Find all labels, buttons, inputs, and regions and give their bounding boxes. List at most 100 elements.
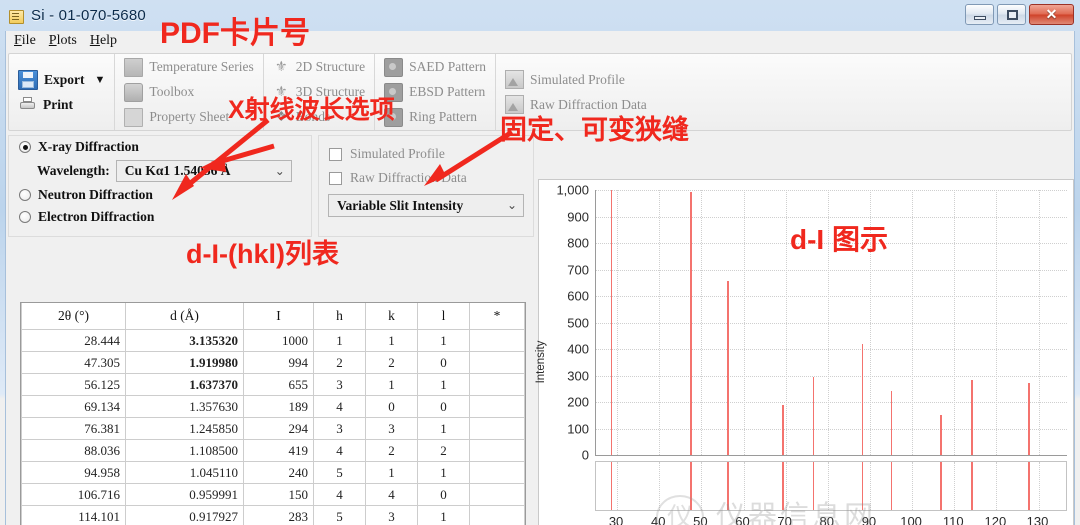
minimize-icon [974, 16, 986, 20]
ring-pattern-button[interactable]: Ring Pattern [384, 107, 486, 127]
table-row[interactable]: 114.101 0.917927 283 5 3 1 [21, 505, 525, 525]
column-header-two-theta[interactable]: 2θ (°) [21, 303, 126, 330]
table-row[interactable]: 88.036 1.108500 419 4 2 2 [21, 439, 525, 462]
property-sheet-button[interactable]: Property Sheet [124, 107, 253, 127]
temperature-series-button[interactable]: Temperature Series [124, 57, 254, 77]
2d-structure-button[interactable]: ⚜ 2D Structure [273, 57, 365, 77]
table-row[interactable]: 56.125 1.637370 655 3 1 1 [21, 373, 525, 396]
raw-diffraction-data-button[interactable]: Raw Diffraction Data [505, 95, 647, 115]
column-header-l[interactable]: l [417, 303, 470, 330]
saed-pattern-icon [384, 57, 404, 77]
cell-k: 4 [365, 483, 418, 506]
cell-star [469, 439, 525, 462]
chart-gridline-v [785, 190, 788, 455]
chart-x-tick-label: 130 [1026, 514, 1049, 525]
table-scrollbar[interactable]: ∧ ∨ [525, 303, 526, 525]
chart-peak-marker [940, 462, 942, 510]
cell-d: 1.045110 [125, 461, 244, 484]
table-row[interactable]: 47.305 1.919980 994 2 2 0 [21, 351, 525, 374]
menu-item-plots[interactable]: Plots [49, 33, 77, 49]
cell-i: 994 [243, 351, 314, 374]
column-header-k[interactable]: k [365, 303, 418, 330]
ebsd-pattern-button[interactable]: EBSD Pattern [384, 82, 486, 102]
table-row[interactable]: 106.716 0.959991 150 4 4 0 [21, 483, 525, 506]
cell-two-theta: 69.134 [21, 395, 126, 418]
ebsd-pattern-icon [384, 82, 404, 102]
scroll-up-icon[interactable]: ∧ [526, 303, 527, 320]
menu-item-help[interactable]: Help [90, 33, 117, 49]
cell-l: 2 [417, 439, 470, 462]
cell-l: 0 [417, 351, 470, 374]
radio-xray-diffraction[interactable]: X-ray Diffraction [9, 136, 311, 158]
cell-l: 1 [417, 505, 470, 525]
cell-two-theta: 76.381 [21, 417, 126, 440]
print-button[interactable]: Print [18, 95, 105, 115]
chart-gridline-v [827, 462, 830, 510]
table-row[interactable]: 94.958 1.045110 240 5 1 1 [21, 461, 525, 484]
ring-pattern-icon [384, 107, 404, 127]
column-header-star[interactable]: * [469, 303, 525, 330]
chart-x-tick-label: 60 [735, 514, 750, 525]
close-button[interactable]: ✕ [1029, 4, 1074, 25]
window-title: Si - 01-070-5680 [31, 7, 146, 24]
chart-y-tick-label: 800 [567, 235, 589, 251]
table-row[interactable]: 28.444 3.135320 1000 1 1 1 [21, 329, 525, 352]
3d-structure-label: 3D Structure [295, 84, 366, 99]
cell-star [469, 351, 525, 374]
cell-d: 1.245850 [125, 417, 244, 440]
chart-gridline-v [912, 462, 914, 510]
chart-peak-marker [890, 462, 893, 510]
export-button[interactable]: Export ▼ [18, 69, 106, 90]
chart-gridline-v [996, 462, 998, 510]
table-row[interactable]: 76.381 1.245850 294 3 3 1 [21, 417, 525, 440]
column-header-d[interactable]: d (Å) [125, 303, 244, 330]
chevron-down-icon[interactable]: ▼ [95, 74, 106, 86]
wavelength-select[interactable]: Cu Kα1 1.54056 Å ⌄ [115, 160, 292, 182]
column-header-h[interactable]: h [313, 303, 366, 330]
3d-structure-button[interactable]: ⚜ 3D Structure [273, 82, 365, 102]
cell-k: 3 [365, 417, 418, 440]
radio-xray-label: X-ray Diffraction [38, 139, 139, 154]
chart-tick-marks-panel [595, 461, 1067, 511]
column-header-i[interactable]: I [243, 303, 314, 330]
simulated-profile-button[interactable]: Simulated Profile [505, 70, 647, 90]
cell-k: 1 [365, 329, 418, 352]
chart-peak [940, 415, 942, 455]
chart-gridline-v [701, 190, 703, 455]
diffraction-chart[interactable]: Intensity 0 100 200 300 400 500 600 700 800 900 1,… [535, 179, 1074, 525]
profile-options-panel: Simulated Profile Raw Diffraction Data V… [318, 135, 534, 237]
chart-peak-marker [812, 462, 815, 510]
menu-bar: File Plots Help [6, 31, 1074, 51]
saed-pattern-button[interactable]: SAED Pattern [384, 57, 486, 77]
checkbox-simulated-profile[interactable]: Simulated Profile [319, 142, 533, 166]
cell-star [469, 483, 525, 506]
cell-l: 0 [417, 483, 470, 506]
checkbox-raw-diffraction-data[interactable]: Raw Diffraction Data [319, 166, 533, 190]
checkbox-unchecked-icon [329, 171, 342, 185]
slit-intensity-select[interactable]: Variable Slit Intensity ⌄ [328, 194, 524, 217]
cell-star [469, 505, 525, 525]
menu-item-file[interactable]: File [14, 33, 36, 49]
radio-neutron-diffraction[interactable]: Neutron Diffraction [9, 184, 311, 206]
minimize-button[interactable] [965, 4, 994, 25]
saed-pattern-label: SAED Pattern [409, 59, 487, 74]
cell-star [469, 461, 525, 484]
cell-two-theta: 47.305 [21, 351, 126, 374]
scroll-track[interactable] [526, 320, 527, 524]
cell-i: 283 [243, 505, 314, 525]
bonds-button[interactable]: ❖ Bonds [273, 107, 365, 127]
cell-k: 3 [365, 505, 418, 525]
cell-h: 2 [313, 351, 366, 374]
radio-off-icon [19, 211, 31, 223]
cell-i: 189 [243, 395, 314, 418]
maximize-button[interactable] [997, 4, 1026, 25]
checkbox-unchecked-icon [329, 147, 342, 161]
toolbox-button[interactable]: Toolbox [124, 82, 253, 102]
title-bar: Si - 01-070-5680 ✕ [0, 0, 1080, 31]
chart-peak-marker [781, 462, 784, 510]
cell-l: 1 [417, 417, 470, 440]
cell-i: 240 [243, 461, 314, 484]
chart-gridline-v [659, 462, 661, 510]
radio-electron-diffraction[interactable]: Electron Diffraction [9, 206, 311, 228]
table-row[interactable]: 69.134 1.357630 189 4 0 0 [21, 395, 525, 418]
